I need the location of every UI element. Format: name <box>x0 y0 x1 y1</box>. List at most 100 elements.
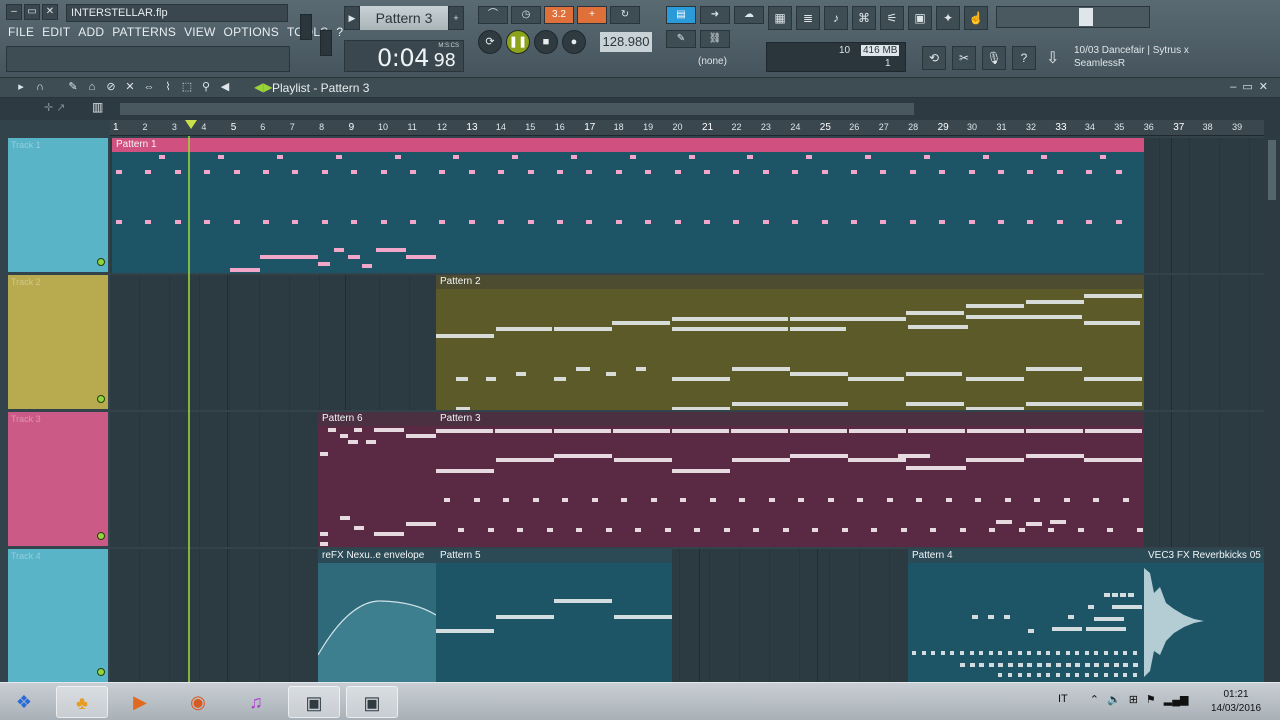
menu-file[interactable]: FILE <box>8 25 34 39</box>
select-tool-icon[interactable]: ⬚ <box>180 80 194 94</box>
track-mute-led[interactable] <box>97 668 105 676</box>
clip-pattern-4[interactable]: Pattern 4 <box>908 549 1144 682</box>
windows-icon[interactable]: ⊞ <box>1129 693 1138 706</box>
track-header-3[interactable]: Track 3 <box>8 412 108 546</box>
pattern-selector[interactable]: ▶ Pattern 3 + <box>344 6 464 30</box>
wait-record-icon[interactable]: ◷ <box>511 6 541 24</box>
firefox-taskbar-icon[interactable]: ◉ <box>172 686 224 718</box>
tray-arrow-icon[interactable]: ⌃ <box>1090 693 1099 706</box>
tools-icon[interactable]: ✂ <box>952 46 976 70</box>
horizontal-scroll-thumb[interactable] <box>120 103 914 115</box>
magnet-icon[interactable]: ∩ <box>33 80 47 94</box>
horizontal-scrollbar[interactable] <box>110 100 1264 118</box>
clip-pattern-3[interactable]: Pattern 3 <box>436 412 1144 547</box>
track-header-4[interactable]: Track 4 <box>8 549 108 682</box>
piano-icon[interactable]: ▥ <box>92 100 103 114</box>
link-icon[interactable]: ⛓ <box>700 30 730 48</box>
track-mute-led[interactable] <box>97 395 105 403</box>
song-time-display[interactable]: 0:04 98 M:S:CS <box>344 40 464 72</box>
start-button-icon[interactable]: ❖ <box>2 686 46 718</box>
master-volume-thumb[interactable] <box>1079 8 1093 26</box>
clip-pattern-6[interactable]: Pattern 6 <box>318 412 436 547</box>
arrow-right-icon[interactable]: ➜ <box>700 6 730 24</box>
snap-value[interactable]: 3.2 <box>544 6 574 24</box>
browser-icon[interactable]: ⌘ <box>852 6 876 30</box>
main-volume-knob[interactable] <box>300 14 312 40</box>
playback-marker-icon[interactable] <box>185 120 197 129</box>
vertical-scrollbar[interactable] <box>1264 120 1280 682</box>
track-mute-led[interactable] <box>97 258 105 266</box>
app-taskbar-icon-1[interactable]: ▣ <box>288 686 340 718</box>
news-panel[interactable]: 10/03 Dancefair | Sytrus x SeamlessR <box>1074 44 1230 72</box>
blend-notes-icon[interactable]: + <box>577 6 607 24</box>
slice-tool-icon[interactable]: ⌇ <box>161 80 175 94</box>
playlist-view-icon[interactable]: ▤ <box>666 6 696 24</box>
menu-add[interactable]: ADD <box>78 25 104 39</box>
overview-icon[interactable]: ✛ ↗ <box>44 101 66 114</box>
menu-options[interactable]: OPTIONS <box>224 25 279 39</box>
track-header-2[interactable]: Track 2 <box>8 275 108 409</box>
close-button[interactable]: ✕ <box>42 4 58 20</box>
vertical-scroll-thumb[interactable] <box>1268 140 1276 200</box>
record-button[interactable]: ● <box>562 30 586 54</box>
pause-button[interactable]: ❚❚ <box>506 30 530 54</box>
help-icon[interactable]: ? <box>1012 46 1036 70</box>
clip-pattern-5[interactable]: Pattern 5 <box>436 549 672 682</box>
clip-notes <box>436 426 1144 547</box>
clip-automation-envelope[interactable]: reFX Nexu..e envelope <box>318 549 436 682</box>
flag-icon[interactable]: ⚑ <box>1146 693 1156 706</box>
pattern-song-toggle-icon[interactable]: ⟳ <box>478 30 502 54</box>
restore-button[interactable]: ▭ <box>24 4 40 20</box>
paint-tool-icon[interactable]: ⌂ <box>85 80 99 94</box>
plugin-picker-icon[interactable]: ✦ <box>936 6 960 30</box>
system-clock[interactable]: 01:21 14/03/2016 <box>1196 688 1276 716</box>
download-icon[interactable]: ⇩ <box>1046 48 1059 68</box>
undo-icon[interactable]: ⟲ <box>922 46 946 70</box>
minimize-button[interactable]: – <box>6 4 22 20</box>
clip-pattern-2[interactable]: Pattern 2 <box>436 275 1144 410</box>
tempo-display[interactable]: 128.980 <box>600 32 652 52</box>
channel-rack-icon[interactable]: ≣ <box>796 6 820 30</box>
menu-view[interactable]: VIEW <box>184 25 215 39</box>
piano-roll-icon[interactable]: ♪ <box>824 6 848 30</box>
zoom-tool-icon[interactable]: ⚲ <box>199 80 213 94</box>
main-pitch-knob[interactable] <box>320 30 332 56</box>
pencil-icon[interactable]: ✎ <box>666 30 696 48</box>
track-header-1[interactable]: Track 1 <box>8 138 108 272</box>
master-volume-slider[interactable] <box>996 6 1150 28</box>
cloud-icon[interactable]: ☁ <box>734 6 764 24</box>
pattern-prev-icon[interactable]: ▶ <box>344 6 360 30</box>
pattern-add-icon[interactable]: + <box>448 6 464 30</box>
fl-studio-taskbar-icon[interactable]: ♣ <box>56 686 108 718</box>
volume-icon[interactable]: 🔊 <box>1107 693 1121 706</box>
playlist-arrow-icon[interactable]: ◀▶ <box>254 80 272 94</box>
menu-edit[interactable]: EDIT <box>42 25 70 39</box>
media-player-taskbar-icon[interactable]: ▶ <box>114 686 166 718</box>
microphone-icon[interactable]: 🎙 <box>982 46 1006 70</box>
loop-record-icon[interactable]: ↻ <box>610 6 640 24</box>
mute-tool-icon[interactable]: ✕ <box>123 80 137 94</box>
pattern-name[interactable]: Pattern 3 <box>360 6 448 30</box>
stop-button[interactable]: ■ <box>534 30 558 54</box>
playlist-window-icon[interactable]: ▦ <box>768 6 792 30</box>
mixer-icon[interactable]: ⚟ <box>880 6 904 30</box>
itunes-taskbar-icon[interactable]: ♫ <box>230 686 282 718</box>
project-icon[interactable]: ▣ <box>908 6 932 30</box>
metronome-icon[interactable]: ⌒ <box>478 6 508 24</box>
clip-audio-reverbkicks[interactable]: VEC3 FX Reverbkicks 05 <box>1144 549 1264 682</box>
menu-patterns[interactable]: PATTERNS <box>112 25 176 39</box>
timeline-ruler[interactable]: 1 2 3 4 5 6 7 8 9 10 11 12 13 14 15 16 17 18 19 20 21 22 23 24 2… <box>110 120 1264 136</box>
slip-tool-icon[interactable]: ⇔ <box>142 80 156 94</box>
draw-tool-icon[interactable]: ✎ <box>66 80 80 94</box>
track-mute-led[interactable] <box>97 532 105 540</box>
mixer-route-label[interactable]: (none) <box>698 56 758 70</box>
network-icon[interactable]: ▂▄▆ <box>1164 693 1189 706</box>
language-indicator[interactable]: IT <box>1058 693 1068 706</box>
playlist-menu-icon[interactable]: ▸ <box>14 80 28 94</box>
menu-help[interactable]: ? <box>336 25 343 39</box>
delete-tool-icon[interactable]: ⊘ <box>104 80 118 94</box>
playback-tool-icon[interactable]: ◀ <box>218 80 232 94</box>
clip-pattern-1[interactable]: Pattern 1 <box>112 138 1144 273</box>
app-taskbar-icon-2[interactable]: ▣ <box>346 686 398 718</box>
touch-controller-icon[interactable]: ☝ <box>964 6 988 30</box>
